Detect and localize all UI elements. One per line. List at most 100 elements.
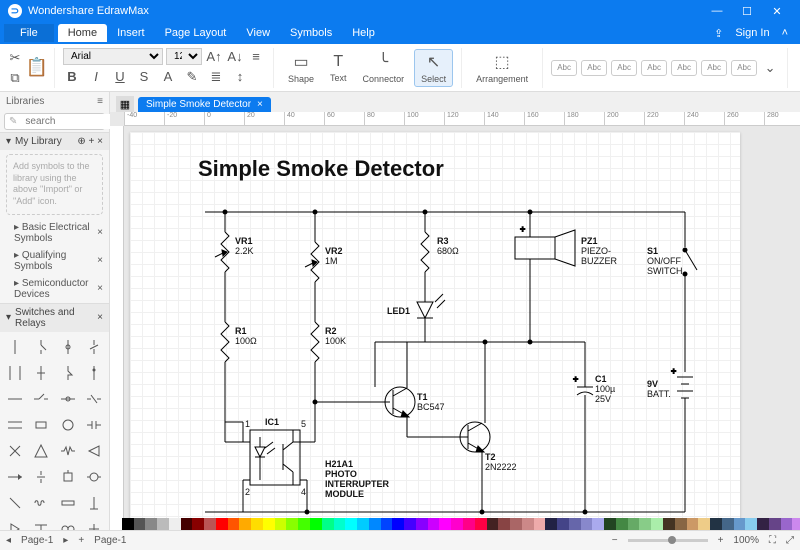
highlight-icon[interactable]: ✎ <box>183 68 201 86</box>
style-more-icon[interactable]: ⌄ <box>761 59 779 77</box>
symbol-item[interactable] <box>81 516 107 530</box>
maximize-button[interactable]: ☐ <box>732 5 762 18</box>
symbol-item[interactable] <box>55 516 81 530</box>
color-palette[interactable] <box>110 518 800 530</box>
style-preset-1[interactable]: Abc <box>551 60 577 76</box>
ruler-horizontal: -40-200204060801001201401601802002202402… <box>124 112 800 126</box>
symbol-item[interactable] <box>81 412 107 438</box>
svg-text:INTERRUPTER: INTERRUPTER <box>325 479 390 489</box>
symbol-item[interactable] <box>81 464 107 490</box>
menu-pagelayout[interactable]: Page Layout <box>155 24 237 42</box>
fontcolor-icon[interactable]: A <box>159 68 177 86</box>
symbol-item[interactable] <box>2 516 28 530</box>
symbol-item[interactable] <box>55 360 81 386</box>
symbol-item[interactable] <box>2 490 28 516</box>
symbol-item[interactable] <box>55 490 81 516</box>
style-preset-2[interactable]: Abc <box>581 60 607 76</box>
symbol-item[interactable] <box>28 412 54 438</box>
document-tab[interactable]: Simple Smoke Detector× <box>138 97 271 112</box>
symbol-item[interactable] <box>81 334 107 360</box>
line-icon[interactable]: ∕ <box>796 69 800 87</box>
select-button[interactable]: ↖Select <box>414 49 453 87</box>
symbol-item[interactable] <box>2 464 28 490</box>
symbol-item[interactable] <box>55 464 81 490</box>
close-button[interactable]: ✕ <box>762 5 792 18</box>
font-grow-icon[interactable]: A↑ <box>205 48 223 66</box>
symbol-item[interactable] <box>28 490 54 516</box>
signin-link[interactable]: Sign In <box>735 27 769 39</box>
pages-button[interactable]: ▦ <box>116 96 134 112</box>
collapse-ribbon-icon[interactable]: ˄ <box>782 27 788 39</box>
canvas-page[interactable]: Simple Smoke Detector <box>130 132 740 518</box>
symbol-item[interactable] <box>2 334 28 360</box>
page-name[interactable]: Page-1 <box>94 535 126 546</box>
spacing-icon[interactable]: ↕ <box>231 68 249 86</box>
style-preset-3[interactable]: Abc <box>611 60 637 76</box>
symbol-item[interactable] <box>55 438 81 464</box>
menu-view[interactable]: View <box>236 24 280 42</box>
symbol-item[interactable] <box>28 386 54 412</box>
style-preset-7[interactable]: Abc <box>731 60 757 76</box>
underline-icon[interactable]: U <box>111 68 129 86</box>
fill-icon[interactable]: ◧ <box>796 49 800 67</box>
align-icon[interactable]: ≡ <box>247 48 265 66</box>
text-button[interactable]: TText <box>324 51 353 85</box>
copy-icon[interactable]: ⧉ <box>6 69 24 87</box>
category-switches-relays[interactable]: ▾ Switches and Relays× <box>0 303 109 332</box>
category-my-library[interactable]: ▾ My Library⊕ + × <box>0 132 109 150</box>
symbol-item[interactable] <box>28 516 54 530</box>
category-semiconductor[interactable]: ▸ Semiconductor Devices× <box>0 275 109 303</box>
menu-insert[interactable]: Insert <box>107 24 155 42</box>
symbol-item[interactable] <box>2 386 28 412</box>
symbol-item[interactable] <box>55 386 81 412</box>
menu-file[interactable]: File <box>4 24 54 42</box>
fullscreen-icon[interactable]: ⤢ <box>786 535 794 546</box>
symbol-item[interactable] <box>2 438 28 464</box>
symbol-item[interactable] <box>81 360 107 386</box>
strike-icon[interactable]: S <box>135 68 153 86</box>
connector-button[interactable]: ╰Connector <box>357 50 411 86</box>
page-nav-next[interactable]: ▸ <box>63 535 68 546</box>
category-basic-electrical[interactable]: ▸ Basic Electrical Symbols× <box>0 219 109 247</box>
fontsize-select[interactable]: 12 <box>166 48 202 65</box>
symbol-item[interactable] <box>28 334 54 360</box>
symbol-item[interactable] <box>81 438 107 464</box>
font-select[interactable]: Arial <box>63 48 163 65</box>
style-preset-4[interactable]: Abc <box>641 60 667 76</box>
zoom-out-button[interactable]: − <box>612 535 618 546</box>
zoom-slider[interactable] <box>628 539 708 542</box>
libraries-menu-icon[interactable]: ≡ <box>97 96 103 107</box>
symbol-item[interactable] <box>2 360 28 386</box>
symbol-item[interactable] <box>81 490 107 516</box>
page-nav-prev[interactable]: ◂ <box>6 535 11 546</box>
share-icon[interactable]: ⇪ <box>714 27 723 40</box>
category-qualifying[interactable]: ▸ Qualifying Symbols× <box>0 247 109 275</box>
svg-text:T2: T2 <box>485 452 496 462</box>
fit-page-icon[interactable]: ⛶ <box>769 535 776 546</box>
menu-symbols[interactable]: Symbols <box>280 24 342 42</box>
menu-home[interactable]: Home <box>58 24 107 42</box>
bullet-icon[interactable]: ≣ <box>207 68 225 86</box>
menu-help[interactable]: Help <box>342 24 385 42</box>
style-preset-5[interactable]: Abc <box>671 60 697 76</box>
symbol-item[interactable] <box>28 360 54 386</box>
font-shrink-icon[interactable]: A↓ <box>226 48 244 66</box>
symbol-item[interactable] <box>81 386 107 412</box>
bold-icon[interactable]: B <box>63 68 81 86</box>
symbol-item[interactable] <box>28 464 54 490</box>
library-search[interactable]: ✎ 🔍 ⚙ <box>4 113 105 130</box>
symbol-item[interactable] <box>28 438 54 464</box>
svg-text:LED1: LED1 <box>387 306 410 316</box>
cut-icon[interactable]: ✂ <box>6 49 24 67</box>
tab-close-icon[interactable]: × <box>257 99 263 110</box>
paste-icon[interactable]: 📋 <box>28 59 46 77</box>
symbol-item[interactable] <box>2 412 28 438</box>
style-preset-6[interactable]: Abc <box>701 60 727 76</box>
shape-button[interactable]: ▭Shape <box>282 50 320 86</box>
arrangement-button[interactable]: ⬚Arrangement <box>470 50 534 86</box>
italic-icon[interactable]: I <box>87 68 105 86</box>
symbol-item[interactable] <box>55 334 81 360</box>
zoom-in-button[interactable]: + <box>718 535 724 546</box>
symbol-item[interactable] <box>55 412 81 438</box>
minimize-button[interactable]: — <box>702 5 732 17</box>
